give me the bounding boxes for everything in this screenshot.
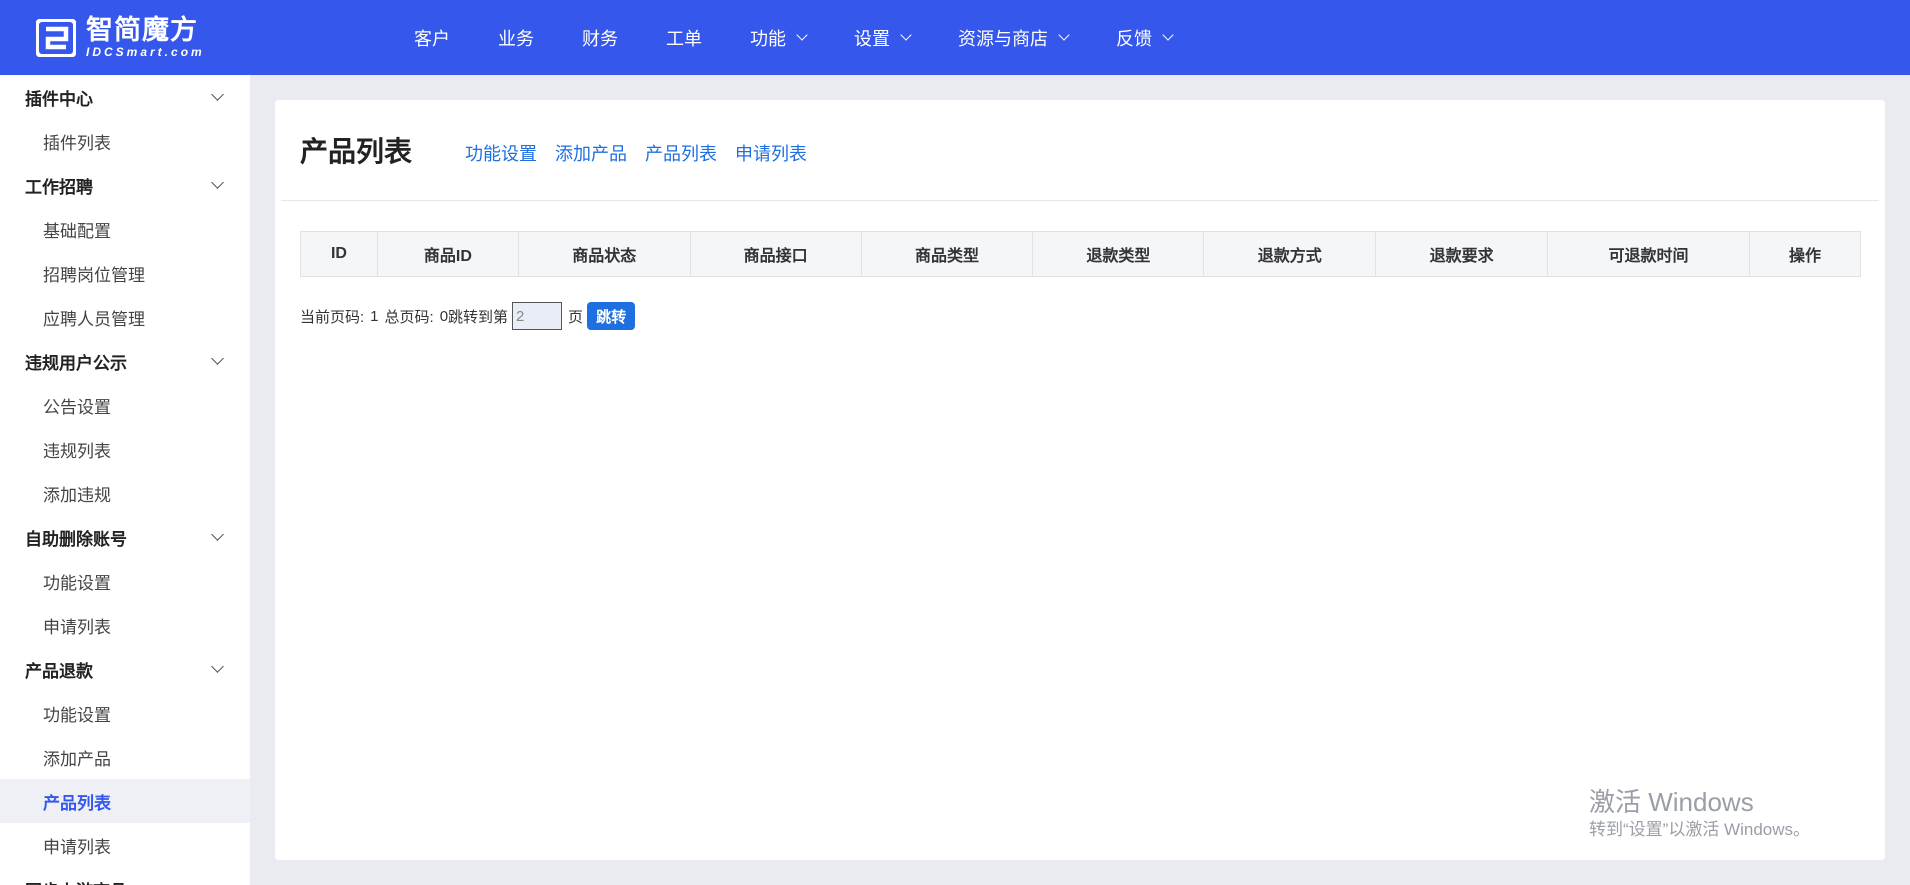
logo-subtext: IDCSmart.com: [86, 45, 205, 59]
column-header-product-interface[interactable]: 商品接口: [689, 231, 862, 277]
sidebar: 插件中心插件列表工作招聘基础配置 招聘岗位管理 应聘人员管理违规用户公示公告设置 违规…: [0, 75, 250, 885]
sidebar-item[interactable]: 添加违规: [0, 471, 250, 515]
nav-item-label: 设置: [854, 28, 890, 49]
nav-item-label: 功能: [750, 28, 786, 49]
nav-item-label: 业务: [498, 28, 534, 49]
nav-item-label: 客户: [414, 28, 450, 49]
sidebar-item[interactable]: 招聘岗位管理: [0, 251, 250, 295]
column-header-id[interactable]: ID: [300, 231, 378, 277]
chevron-down-icon: [211, 528, 224, 541]
nav-item-1[interactable]: 业务: [498, 25, 534, 51]
sidebar-group-4[interactable]: 产品退款: [0, 647, 250, 691]
column-header-refund-type[interactable]: 退款类型: [1032, 231, 1205, 277]
nav-item-6[interactable]: 资源与商店: [958, 25, 1070, 51]
column-header-product-id[interactable]: 商品ID: [376, 231, 519, 277]
sidebar-group-title: 产品退款: [25, 661, 93, 681]
main-nav: 客户 业务 财务 工单 功能 设置 资源与商店 反馈: [390, 0, 1196, 75]
column-header-refund-requirement[interactable]: 退款要求: [1375, 231, 1549, 277]
sidebar-group-title: 违规用户公示: [25, 353, 127, 373]
page-title: 产品列表: [300, 136, 413, 167]
sidebar-group-title: 自助删除账号: [25, 529, 127, 549]
jump-prefix: 跳转到第: [448, 308, 509, 326]
chevron-down-icon: [1162, 29, 1174, 41]
chevron-down-icon: [1058, 29, 1070, 41]
sidebar-item[interactable]: 公告设置: [0, 383, 250, 427]
chevron-down-icon: [211, 176, 224, 189]
column-header-product-status[interactable]: 商品状态: [517, 231, 691, 277]
sidebar-group-title: 插件中心: [25, 89, 93, 109]
sidebar-group-3[interactable]: 自助删除账号: [0, 515, 250, 559]
column-header-refund-method[interactable]: 退款方式: [1203, 231, 1377, 277]
column-header-actions: 操作: [1748, 231, 1862, 277]
table-header-row: ID 商品ID 商品状态 商品接口 商品类型 退款类型 退款方式 退款要求 可退…: [300, 231, 1862, 277]
chevron-down-icon: [796, 29, 808, 41]
top-navigation-bar: 智简魔方 IDCSmart.com 客户 业务 财务 工单 功能 设置 资源与商店 反馈: [0, 0, 1910, 75]
chevron-down-icon: [211, 880, 224, 885]
nav-item-2[interactable]: 财务: [582, 25, 618, 51]
chevron-down-icon: [211, 88, 224, 101]
column-header-refundable-time[interactable]: 可退款时间: [1547, 231, 1750, 277]
nav-item-label: 财务: [582, 28, 618, 49]
logo-icon: [36, 19, 76, 57]
watermark-subtitle: 转到“设置”以激活 Windows。: [1589, 820, 1811, 839]
nav-item-label: 反馈: [1116, 28, 1152, 49]
chevron-down-icon: [211, 660, 224, 673]
nav-item-4[interactable]: 功能: [750, 25, 808, 51]
windows-activation-watermark: 激活 Windows 转到“设置”以激活 Windows。: [1589, 786, 1810, 842]
sidebar-group-1[interactable]: 工作招聘: [0, 163, 250, 207]
pagination: 当前页码: 1 总页码: 0 跳转到第 页 跳转: [300, 301, 636, 331]
sidebar-group-5[interactable]: 同步上游商品: [0, 867, 250, 885]
jump-page-input[interactable]: [512, 302, 563, 330]
sidebar-group-title: 同步上游商品: [25, 877, 127, 885]
link-add-product[interactable]: 添加产品: [555, 140, 627, 166]
sidebar-group-0[interactable]: 插件中心: [0, 75, 250, 119]
sidebar-item[interactable]: 应聘人员管理: [0, 295, 250, 339]
jump-suffix: 页: [568, 308, 584, 326]
watermark-title: 激活 Windows: [1589, 787, 1754, 817]
current-page-label: 当前页码:: [300, 308, 365, 326]
jump-button[interactable]: 跳转: [587, 302, 636, 330]
chevron-down-icon: [211, 352, 224, 365]
sidebar-item[interactable]: 功能设置: [0, 559, 250, 603]
total-pages-value: 0: [439, 307, 449, 325]
column-header-product-type[interactable]: 商品类型: [860, 231, 1034, 277]
sidebar-item[interactable]: 违规列表: [0, 427, 250, 471]
total-pages-label: 总页码:: [384, 308, 434, 326]
nav-item-label: 资源与商店: [958, 28, 1048, 49]
link-application-list[interactable]: 申请列表: [735, 140, 807, 166]
current-page-value: 1: [370, 307, 379, 325]
sidebar-item[interactable]: 申请列表: [0, 823, 250, 867]
header-divider: [281, 200, 1879, 201]
sidebar-item[interactable]: 产品列表: [0, 779, 250, 823]
link-function-settings[interactable]: 功能设置: [465, 140, 537, 166]
sidebar-group-2[interactable]: 违规用户公示: [0, 339, 250, 383]
logo-text: 智简魔方: [86, 15, 198, 46]
nav-item-7[interactable]: 反馈: [1116, 25, 1174, 51]
sidebar-item[interactable]: 基础配置: [0, 207, 250, 251]
nav-item-5[interactable]: 设置: [854, 25, 912, 51]
product-table: ID 商品ID 商品状态 商品接口 商品类型 退款类型 退款方式 退款要求 可退…: [300, 231, 1862, 277]
sidebar-item[interactable]: 功能设置: [0, 691, 250, 735]
nav-item-label: 工单: [666, 28, 702, 49]
sidebar-item[interactable]: 申请列表: [0, 603, 250, 647]
link-product-list[interactable]: 产品列表: [645, 140, 717, 166]
nav-item-3[interactable]: 工单: [666, 25, 702, 51]
sidebar-group-title: 工作招聘: [25, 177, 93, 197]
logo[interactable]: 智简魔方 IDCSmart.com: [36, 17, 216, 59]
nav-item-0[interactable]: 客户: [414, 25, 450, 51]
content-card: 产品列表 功能设置 添加产品 产品列表 申请列表 ID 商品ID 商品状态 商品…: [275, 100, 1885, 860]
title-links: 功能设置 添加产品 产品列表 申请列表: [465, 140, 825, 166]
sidebar-item[interactable]: 添加产品: [0, 735, 250, 779]
chevron-down-icon: [900, 29, 912, 41]
sidebar-item[interactable]: 插件列表: [0, 119, 250, 163]
